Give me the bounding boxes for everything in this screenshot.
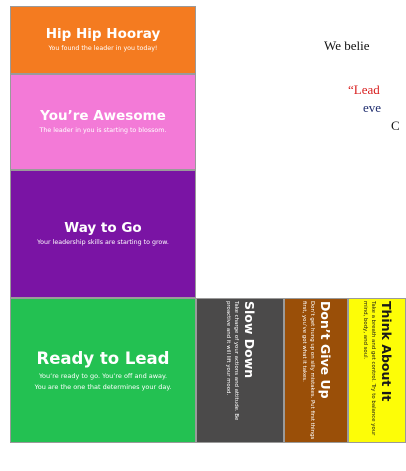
card-subtitle: Your leadership skills are starting to g… <box>37 239 169 247</box>
side-text-line: C <box>391 118 400 133</box>
card-think-about-it: Think About It Take a breath and get con… <box>348 298 406 443</box>
card-subtitle: Take a breath and get control. Try to ba… <box>362 300 376 435</box>
card-hip-hip-hooray: Hip Hip Hooray You found the leader in y… <box>10 6 196 74</box>
card-subtitle-line: You’re ready to go. You’re off and away. <box>38 372 168 381</box>
card-subtitle: You found the leader in you today! <box>48 45 158 53</box>
card-subtitle: Don’t get hung up on silly mistakes. Put… <box>301 300 315 439</box>
side-text-panel: We belie “Lead eve C <box>200 0 406 298</box>
card-title: Think About It <box>378 300 394 401</box>
card-title: You’re Awesome <box>40 108 166 125</box>
card-subtitle-line: You are the one that determines your day… <box>34 382 172 391</box>
card-youre-awesome: You’re Awesome The leader in you is star… <box>10 74 196 170</box>
card-way-to-go: Way to Go Your leadership skills are sta… <box>10 170 196 298</box>
card-title: Slow Down <box>241 300 257 378</box>
card-title: Don’t Give Up <box>317 300 333 399</box>
rotated-card-content: Don’t Give Up Don’t get hung up on silly… <box>299 301 333 441</box>
card-title: Way to Go <box>64 220 142 237</box>
card-ready-to-lead: Ready to Lead You’re ready to go. You’re… <box>10 298 196 443</box>
side-text-line: eve <box>363 100 382 115</box>
card-subtitle: Take charge of your actions and attitude… <box>225 300 239 420</box>
rotated-card-content: Slow Down Take charge of your actions an… <box>223 301 257 441</box>
card-slow-down: Slow Down Take charge of your actions an… <box>196 298 284 443</box>
card-title: Hip Hip Hooray <box>45 26 161 43</box>
rotated-card-content: Think About It Take a breath and get con… <box>360 301 394 441</box>
card-subtitle: The leader in you is starting to blossom… <box>39 127 167 135</box>
side-text-quote: “Lead <box>348 82 380 97</box>
card-subtitle: You’re ready to go. You’re off and away.… <box>35 371 172 392</box>
side-text-line: We belie <box>324 38 370 53</box>
card-dont-give-up: Don’t Give Up Don’t get hung up on silly… <box>284 298 348 443</box>
card-title: Ready to Lead <box>36 349 170 369</box>
